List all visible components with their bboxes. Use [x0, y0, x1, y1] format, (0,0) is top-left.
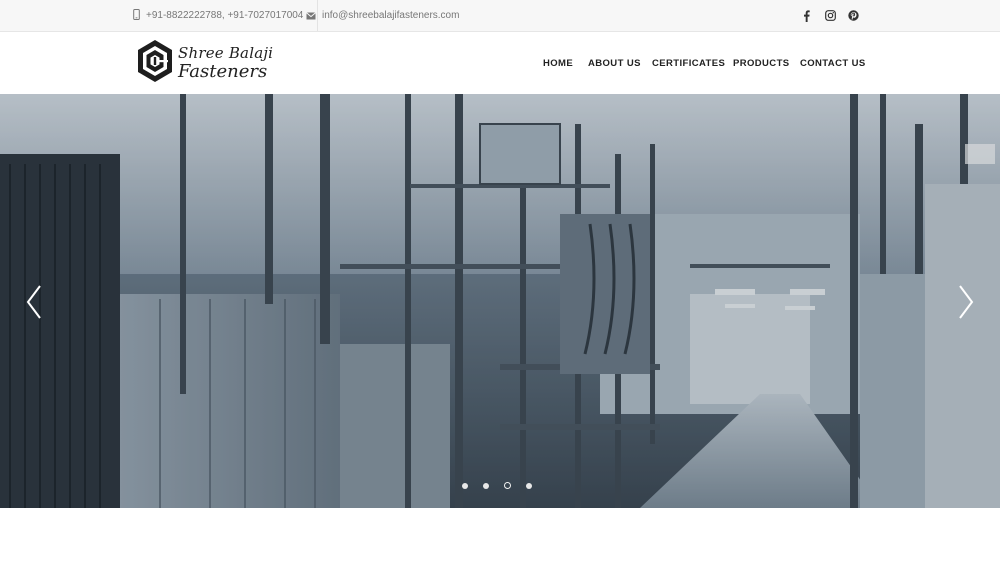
pinterest-icon[interactable] — [846, 0, 860, 31]
chevron-right-icon[interactable] — [954, 282, 978, 322]
nav-home-label[interactable]: HOME — [543, 58, 573, 69]
factory-interior-photo — [0, 94, 1000, 508]
nav-certificates[interactable]: CERTIFICATES — [652, 32, 725, 94]
nav-certificates-label[interactable]: CERTIFICATES — [652, 58, 725, 69]
slider-dot-3[interactable] — [504, 482, 511, 489]
nav-contact-us-label[interactable]: CONTACT US — [800, 58, 866, 69]
slider-dot-1[interactable] — [462, 482, 468, 489]
slider-pagination — [462, 482, 532, 489]
nav-about-us-label[interactable]: ABOUT US — [588, 58, 641, 69]
nav-home[interactable]: HOME — [543, 32, 573, 94]
brand-name-line2: Fasteners — [178, 60, 268, 82]
nav-contact-us[interactable]: CONTACT US — [800, 32, 866, 94]
hexagon-logo-icon — [136, 39, 174, 88]
nav-about-us[interactable]: ABOUT US — [588, 32, 641, 94]
contact-email[interactable]: info@shreebalajifasteners.com — [306, 0, 459, 31]
hero-slider — [0, 94, 1000, 508]
slider-dot-4[interactable] — [526, 482, 532, 489]
site-header: Shree Balaji Fasteners HOME ABOUT US CER… — [0, 32, 1000, 94]
slider-dot-2[interactable] — [483, 482, 489, 489]
top-bar: +91-8822222788, +91-7027017004 info@shre… — [0, 0, 1000, 32]
brand-logo[interactable]: Shree Balaji Fasteners — [136, 39, 276, 88]
nav-products[interactable]: PRODUCTS — [733, 32, 790, 94]
instagram-icon[interactable] — [823, 0, 837, 31]
phone-numbers: +91-8822222788, +91-7027017004 — [146, 10, 304, 21]
email-address: info@shreebalajifasteners.com — [322, 10, 460, 21]
page-content-area — [0, 508, 1000, 562]
mobile-phone-icon — [133, 7, 140, 25]
facebook-icon[interactable] — [800, 0, 812, 31]
envelope-icon — [306, 7, 316, 25]
nav-products-label[interactable]: PRODUCTS — [733, 58, 790, 69]
contact-phone[interactable]: +91-8822222788, +91-7027017004 — [133, 0, 319, 31]
brand-name-line1: Shree Balaji — [178, 43, 274, 62]
chevron-left-icon[interactable] — [22, 282, 46, 322]
